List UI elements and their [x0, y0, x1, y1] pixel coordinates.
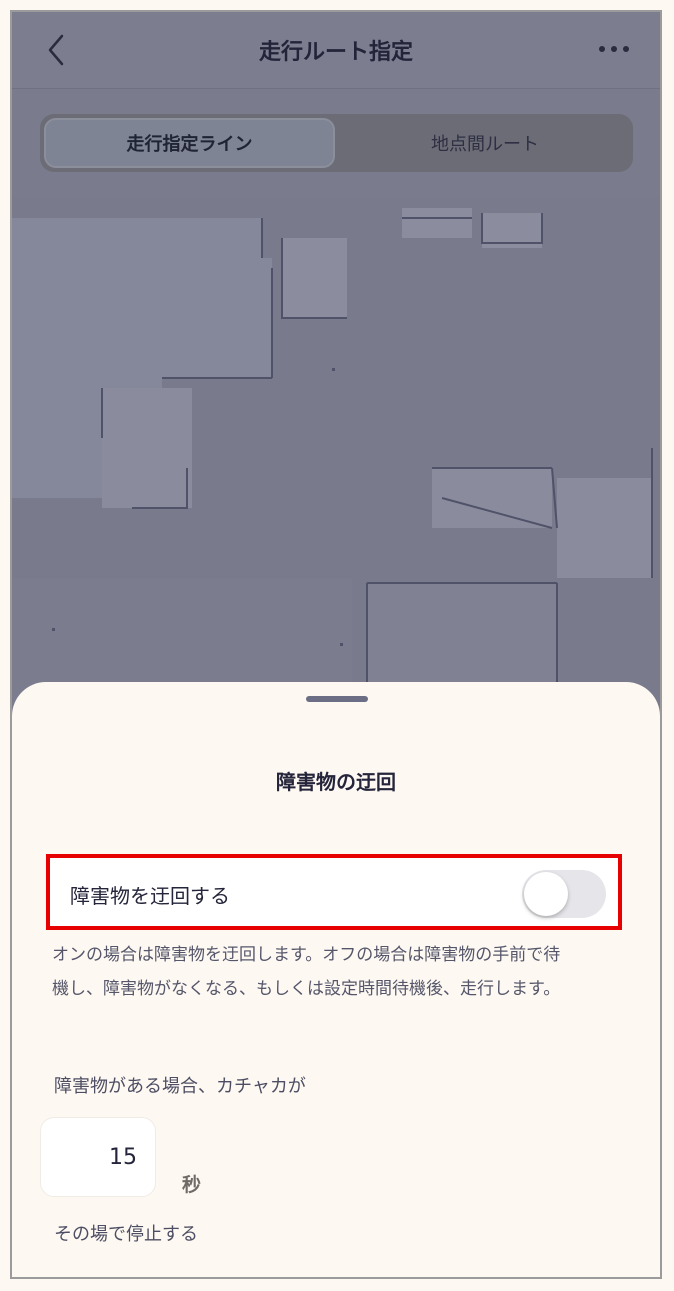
wait-label: 障害物がある場合、カチャカが — [54, 1076, 306, 1097]
stop-label: その場で停止する — [54, 1224, 198, 1245]
seconds-unit-label: 秒 — [182, 1174, 202, 1196]
route-mode-segmented-control: 走行指定ライン 地点間ルート — [40, 114, 633, 172]
avoid-obstacle-toggle[interactable] — [522, 870, 606, 918]
toggle-description: オンの場合は障害物を迂回します。オフの場合は障害物の手前で待 機し、障害物がなく… — [52, 938, 632, 1006]
description-line: オンの場合は障害物を迂回します。オフの場合は障害物の手前で待 — [52, 945, 561, 965]
map-graphic — [12, 208, 653, 718]
toggle-knob — [524, 872, 568, 916]
page-title: 走行ルート指定 — [258, 40, 413, 65]
avoid-obstacle-label: 障害物を迂回する — [70, 884, 230, 908]
more-button[interactable] — [594, 34, 634, 64]
more-horizontal-icon — [599, 46, 629, 52]
app-header: 走行ルート指定 — [12, 12, 660, 89]
floor-map[interactable] — [12, 198, 660, 718]
avoid-obstacle-row: 障害物を迂回する — [46, 854, 622, 930]
wait-seconds-input[interactable] — [40, 1117, 156, 1197]
tab-point-to-point-route[interactable]: 地点間ルート — [340, 118, 630, 168]
description-line: 機し、障害物がなくなる、もしくは設定時間待機後、走行します。 — [52, 979, 561, 999]
tab-driving-line[interactable]: 走行指定ライン — [44, 118, 335, 168]
phone-screen: 走行ルート指定 走行指定ライン 地点間ルート 障害物の迂回 障害物を迂回する オ… — [10, 10, 662, 1279]
sheet-title: 障害物の迂回 — [276, 770, 396, 794]
sheet-grabber[interactable] — [306, 696, 368, 702]
obstacle-avoidance-sheet: 障害物の迂回 障害物を迂回する オンの場合は障害物を迂回します。オフの場合は障害… — [12, 682, 660, 1277]
